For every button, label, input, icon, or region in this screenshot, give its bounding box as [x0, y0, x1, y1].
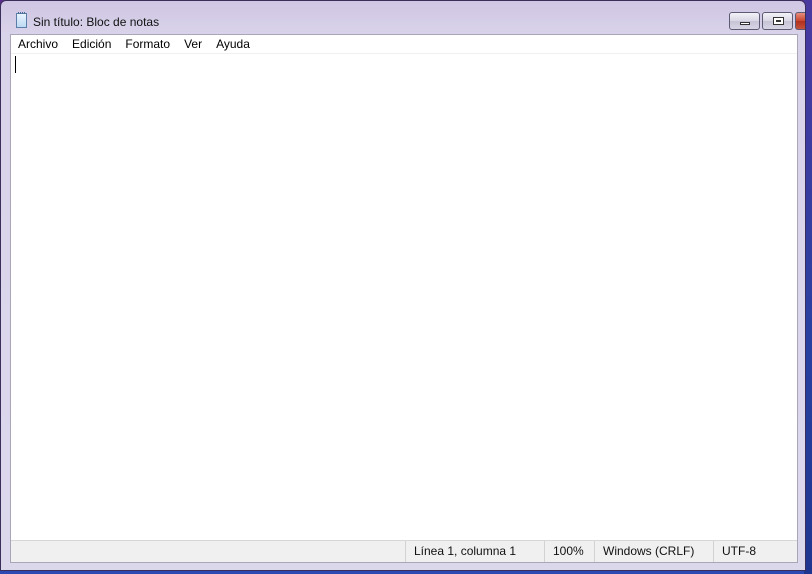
status-bar: Línea 1, columna 1 100% Windows (CRLF) U…	[11, 540, 797, 562]
menu-formato[interactable]: Formato	[118, 35, 177, 53]
notepad-icon[interactable]	[16, 12, 27, 28]
text-caret	[15, 56, 16, 73]
menu-edicion[interactable]: Edición	[65, 35, 118, 53]
title-bar[interactable]: Sin título: Bloc de notas	[1, 1, 805, 34]
menu-ayuda[interactable]: Ayuda	[209, 35, 257, 53]
minimize-icon	[740, 22, 750, 25]
text-editor[interactable]	[11, 54, 797, 540]
status-zoom: 100%	[544, 541, 595, 562]
notepad-window: Sin título: Bloc de notas Archivo Edició…	[0, 0, 806, 571]
menu-archivo[interactable]: Archivo	[11, 35, 65, 53]
minimize-button[interactable]	[729, 12, 760, 30]
maximize-button[interactable]	[762, 12, 793, 30]
status-encoding: UTF-8	[713, 541, 798, 562]
status-position: Línea 1, columna 1	[405, 541, 545, 562]
client-area: Archivo Edición Formato Ver Ayuda Línea …	[10, 34, 798, 563]
caption-buttons	[727, 12, 805, 32]
menu-bar: Archivo Edición Formato Ver Ayuda	[11, 35, 797, 54]
window-title: Sin título: Bloc de notas	[33, 15, 160, 29]
menu-ver[interactable]: Ver	[177, 35, 209, 53]
maximize-icon	[773, 17, 784, 25]
close-button[interactable]	[795, 12, 805, 30]
status-line-ending: Windows (CRLF)	[594, 541, 714, 562]
